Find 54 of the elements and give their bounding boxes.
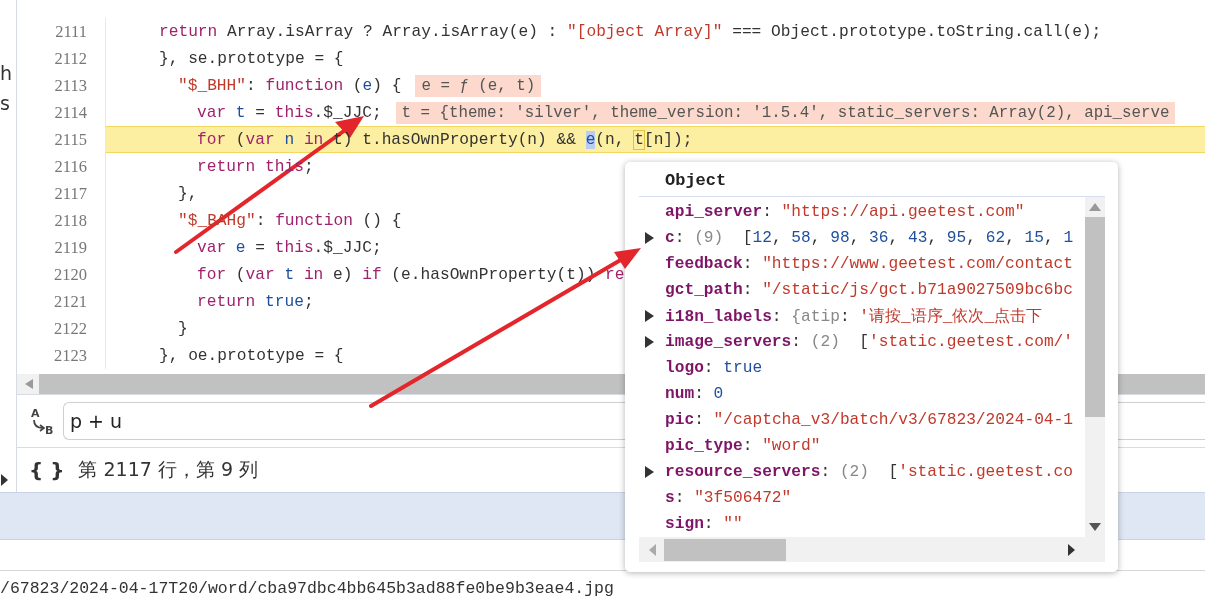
inline-value: e = ƒ (e, t) bbox=[415, 74, 542, 97]
property-entry: logo: true bbox=[665, 359, 763, 377]
line-number: 2122 bbox=[53, 318, 88, 340]
line-number: 2118 bbox=[53, 210, 88, 232]
code-line: return Array.isArray ? Array.isArray(e) : "[object Array]" === Object.prototype.toString.call(e); bbox=[159, 22, 1102, 41]
scrollbar-thumb[interactable] bbox=[664, 538, 786, 561]
code-line: for (var t in e) if (e.hasOwnProperty(t)) re bbox=[197, 265, 625, 284]
sidebar-item[interactable]: s bbox=[0, 88, 16, 118]
code-line: } bbox=[178, 319, 188, 338]
code-line: }, bbox=[178, 184, 198, 203]
code-line: for (var n in t) t.hasOwnProperty(n) && e(n, t[n]); bbox=[197, 130, 693, 149]
line-number: 2121 bbox=[53, 291, 88, 313]
expand-triangle-icon[interactable] bbox=[1, 474, 8, 486]
code-line: "$_BHH": function (e) { bbox=[178, 76, 402, 95]
code-line: var e = this.$_JJC; bbox=[197, 238, 382, 257]
code-line: return true; bbox=[197, 292, 314, 311]
line-number: 2111 bbox=[54, 21, 88, 43]
line-number: 2112 bbox=[53, 48, 88, 70]
property-entry[interactable]: image_servers: (2) ['static.geetest.com/' bbox=[665, 333, 1074, 351]
property-entry[interactable]: i18n_labels: {atip: '请按_语序_依次_点击下 bbox=[665, 305, 1043, 327]
expand-triangle-icon[interactable] bbox=[645, 336, 654, 348]
pretty-print-button[interactable]: { } bbox=[29, 458, 65, 483]
property-entry: pic_type: "word" bbox=[665, 437, 821, 455]
expand-triangle-icon[interactable] bbox=[645, 466, 654, 478]
code-line: }, oe.prototype = { bbox=[159, 346, 344, 365]
cursor-position: 第 2117 行，第 9 列 bbox=[78, 457, 259, 483]
line-number: 2114 bbox=[53, 102, 88, 124]
line-number: 2119 bbox=[53, 237, 88, 259]
property-entry: num: 0 bbox=[665, 385, 724, 403]
property-entry[interactable]: c: (9) [12, 58, 98, 36, 43, 95, 62, 15, 1 bbox=[665, 229, 1074, 247]
line-number: 2117 bbox=[53, 183, 88, 205]
sidebar-item[interactable]: h bbox=[0, 58, 16, 88]
property-entry: gct_path: "/static/js/gct.b71a9027509bc6bc bbox=[665, 281, 1073, 299]
line-number: 2123 bbox=[53, 345, 88, 367]
scroll-down-icon[interactable] bbox=[1089, 523, 1101, 531]
expand-triangle-icon[interactable] bbox=[645, 310, 654, 322]
file-path: /67823/2024-04-17T20/word/cba97dbc4bb645b3ad88fe0be9b3eae4.jpg bbox=[0, 578, 614, 598]
scrollbar-thumb[interactable] bbox=[1085, 217, 1105, 417]
property-entry: api_server: "https://api.geetest.com" bbox=[665, 203, 1025, 221]
inline-value: t = {theme: 'silver', theme_version: '1.5.4', static_servers: Array(2), api_serve bbox=[395, 101, 1176, 124]
line-number: 2113 bbox=[53, 75, 88, 97]
property-entry: pic: "/captcha_v3/batch/v3/67823/2024-04-1 bbox=[665, 411, 1073, 429]
scroll-right-icon[interactable] bbox=[1068, 543, 1075, 556]
property-entry: feedback: "https://www.geetest.com/contact bbox=[665, 255, 1073, 273]
code-line: }, se.prototype = { bbox=[159, 49, 344, 68]
property-entry: s: "3f506472" bbox=[665, 489, 792, 507]
expand-triangle-icon[interactable] bbox=[645, 232, 654, 244]
property-entry[interactable]: resource_servers: (2) ['static.geetest.co bbox=[665, 463, 1074, 481]
code-line: var t = this.$_JJC; bbox=[197, 103, 382, 122]
line-number: 2116 bbox=[53, 156, 88, 178]
line-number: 2120 bbox=[53, 264, 88, 286]
popover-title: Object bbox=[639, 162, 1105, 197]
line-number: 2115 bbox=[53, 129, 88, 151]
property-entry: sign: "" bbox=[665, 515, 743, 533]
